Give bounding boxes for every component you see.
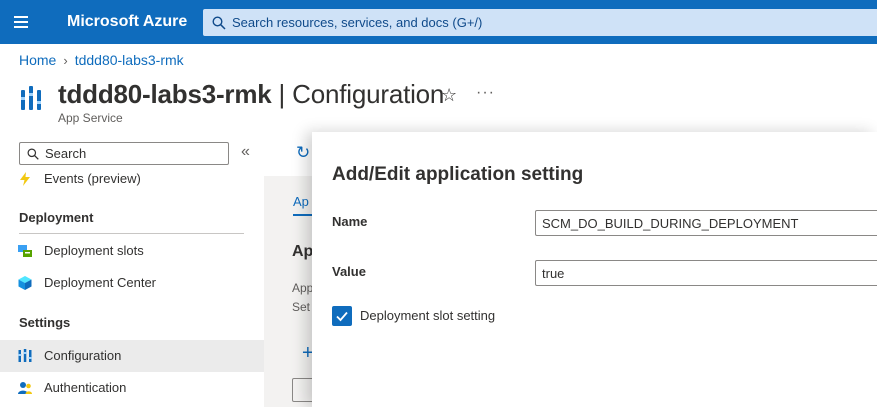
breadcrumb-resource[interactable]: tddd80-labs3-rmk <box>75 52 184 68</box>
global-search-placeholder: Search resources, services, and docs (G+… <box>232 15 483 30</box>
page-title: tddd80-labs3-rmk | Configuration <box>58 79 444 110</box>
sidebar-item-label: Deployment Center <box>44 275 156 290</box>
chevron-right-icon: › <box>63 53 68 68</box>
cube-icon <box>18 276 32 290</box>
app-service-icon <box>21 86 41 110</box>
title-separator: | <box>271 79 293 109</box>
star-icon[interactable]: ☆ <box>441 85 457 106</box>
sidebar-item-label: Configuration <box>44 348 122 363</box>
section-heading: Ap <box>292 243 314 260</box>
panel-title: Add/Edit application setting <box>332 164 584 185</box>
refresh-icon[interactable]: ↻ <box>296 143 310 163</box>
brand-name[interactable]: Microsoft Azure <box>67 13 187 31</box>
people-icon <box>18 382 32 394</box>
sidebar-item-deployment-slots[interactable]: Deployment slots <box>0 235 264 267</box>
sidebar-item-events[interactable]: Events (preview) <box>0 163 264 195</box>
divider <box>19 233 244 234</box>
breadcrumb: Home › tddd80-labs3-rmk <box>19 52 184 68</box>
resource-name: tddd80-labs3-rmk <box>58 79 272 109</box>
section-deployment: Deployment <box>19 210 94 225</box>
search-icon <box>212 16 226 30</box>
deployment-slot-setting-checkbox[interactable] <box>332 306 352 326</box>
lightning-icon <box>20 172 30 186</box>
section-description-line: Set <box>292 300 311 314</box>
tab-underline <box>293 214 313 216</box>
global-search-input[interactable]: Search resources, services, and docs (G+… <box>203 9 877 36</box>
sidebar-item-label: Events (preview) <box>44 171 141 186</box>
breadcrumb-home[interactable]: Home <box>19 52 56 68</box>
top-bar: Microsoft Azure Search resources, servic… <box>0 0 877 44</box>
sidebar-item-label: Authentication <box>44 380 127 395</box>
deployment-slots-icon <box>18 245 32 257</box>
ellipsis-icon[interactable]: ··· <box>476 84 495 102</box>
tab-application-settings[interactable]: Ap <box>293 194 309 209</box>
hamburger-icon[interactable] <box>12 14 32 30</box>
sidebar-search-placeholder: Search <box>45 146 87 161</box>
sidebar-item-label: Deployment slots <box>44 243 144 258</box>
name-field[interactable]: SCM_DO_BUILD_DURING_DEPLOYMENT <box>535 210 877 236</box>
double-chevron-left-icon[interactable]: « <box>241 143 250 161</box>
deployment-slot-setting-label[interactable]: Deployment slot setting <box>360 308 495 323</box>
checkmark-icon <box>336 311 348 322</box>
configuration-icon <box>18 349 32 362</box>
section-settings: Settings <box>19 315 71 330</box>
page-subtitle: App Service <box>58 111 123 125</box>
sidebar-item-authentication[interactable]: Authentication <box>0 372 264 404</box>
search-icon <box>27 148 39 160</box>
value-field[interactable]: true <box>535 260 877 286</box>
sidebar-item-configuration[interactable]: Configuration <box>0 340 264 372</box>
blade-name: Configuration <box>292 79 445 109</box>
name-label: Name <box>332 214 368 229</box>
sidebar-search-input[interactable]: Search <box>19 142 229 165</box>
value-label: Value <box>332 264 366 279</box>
add-edit-setting-panel: Add/Edit application setting Name SCM_DO… <box>312 132 877 407</box>
sidebar-item-deployment-center[interactable]: Deployment Center <box>0 267 264 299</box>
section-description-line: App <box>292 281 314 295</box>
